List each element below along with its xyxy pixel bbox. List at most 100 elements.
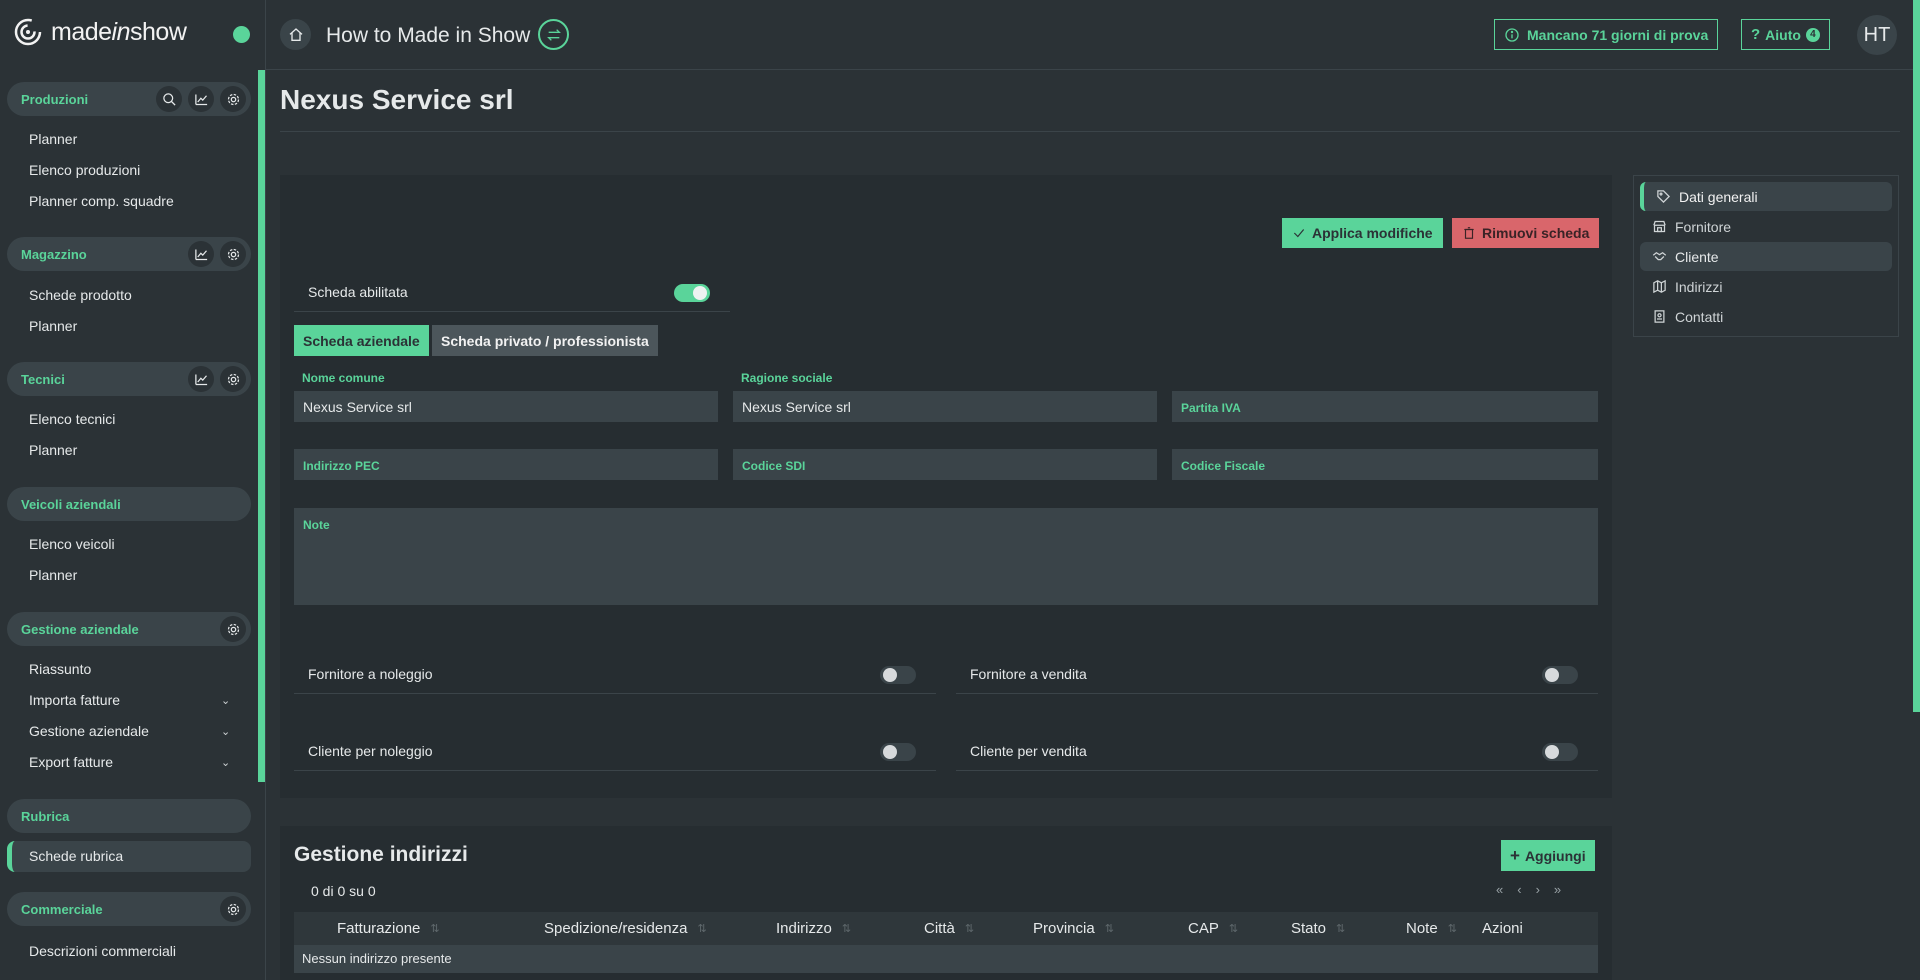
- section-nav-indirizzi[interactable]: Indirizzi: [1640, 272, 1892, 301]
- column-note[interactable]: Note ⇅: [1406, 920, 1457, 937]
- sidebar-item-importa-fatture[interactable]: Importa fatture ⌄: [29, 692, 230, 708]
- column-citta[interactable]: Città ⇅: [924, 920, 974, 937]
- gear-icon[interactable]: [220, 366, 246, 392]
- last-page-icon[interactable]: »: [1554, 882, 1561, 897]
- sidebar-item-schede-prodotto[interactable]: Schede prodotto: [29, 287, 132, 303]
- pec-field[interactable]: Indirizzo PEC: [294, 449, 718, 480]
- cliente-vendita-toggle[interactable]: [1542, 743, 1578, 761]
- group-label: Magazzino: [21, 246, 87, 262]
- sidebar-item-export-fatture[interactable]: Export fatture ⌄: [29, 754, 230, 770]
- chart-icon[interactable]: [188, 241, 214, 267]
- codice-fiscale-field[interactable]: Codice Fiscale: [1172, 449, 1598, 480]
- group-tecnici[interactable]: Tecnici: [7, 362, 251, 396]
- map-icon: [1653, 279, 1666, 294]
- group-rubrica[interactable]: Rubrica: [7, 799, 251, 833]
- partita-iva-field[interactable]: Partita IVA: [1172, 391, 1598, 422]
- first-page-icon[interactable]: «: [1496, 882, 1503, 897]
- sidebar-scrollbar[interactable]: [258, 70, 265, 782]
- remove-card-button[interactable]: Rimuovi scheda: [1452, 218, 1600, 248]
- sidebar-item-gestione-aziendale[interactable]: Gestione aziendale ⌄: [29, 723, 230, 739]
- column-cap[interactable]: CAP ⇅: [1188, 920, 1238, 937]
- swap-icon: [546, 28, 561, 41]
- help-button[interactable]: ? Aiuto 4: [1741, 19, 1830, 50]
- group-label: Produzioni: [21, 91, 89, 107]
- chart-icon[interactable]: [188, 366, 214, 392]
- section-nav-dati-generali[interactable]: Dati generali: [1640, 182, 1892, 211]
- sort-icon: ⇅: [1228, 923, 1239, 935]
- sidebar-item-riassunto[interactable]: Riassunto: [29, 661, 91, 677]
- gear-icon[interactable]: [220, 241, 246, 267]
- sort-icon: ⇅: [1336, 923, 1346, 935]
- sdi-field[interactable]: Codice SDI: [733, 449, 1157, 480]
- trash-icon: [1464, 227, 1474, 239]
- group-label: Commerciale: [21, 901, 103, 917]
- sidebar-item-schede-rubrica[interactable]: Schede rubrica: [29, 848, 123, 864]
- fornitore-noleggio-row: Fornitore a noleggio: [294, 654, 936, 694]
- cliente-vendita-label: Cliente per vendita: [970, 742, 1087, 759]
- logo-icon: [14, 18, 42, 46]
- apply-changes-button[interactable]: Applica modifiche: [1282, 218, 1443, 248]
- fornitore-vendita-toggle[interactable]: [1542, 666, 1578, 684]
- column-indirizzo[interactable]: Indirizzo ⇅: [776, 920, 851, 937]
- column-label: Provincia: [1033, 920, 1095, 937]
- addresses-title: Gestione indirizzi: [294, 843, 468, 866]
- sidebar-item-elenco-tecnici[interactable]: Elenco tecnici: [29, 411, 115, 427]
- help-label: Aiuto: [1765, 26, 1801, 43]
- sidebar-item-elenco-produzioni[interactable]: Elenco produzioni: [29, 162, 140, 178]
- column-provincia[interactable]: Provincia ⇅: [1033, 920, 1114, 937]
- sidebar-item-planner[interactable]: Planner: [29, 567, 77, 583]
- column-spedizione[interactable]: Spedizione/residenza ⇅: [544, 920, 707, 937]
- sort-icon: ⇅: [697, 923, 707, 935]
- section-nav-fornitore[interactable]: Fornitore: [1640, 212, 1892, 241]
- ragione-sociale-field[interactable]: Nexus Service srl: [733, 391, 1157, 422]
- column-stato[interactable]: Stato ⇅: [1291, 920, 1345, 937]
- fornitore-noleggio-toggle[interactable]: [880, 666, 916, 684]
- sidebar-item-descrizioni-commerciali[interactable]: Descrizioni commerciali: [29, 943, 176, 959]
- section-nav-label: Dati generali: [1679, 188, 1758, 205]
- tab-scheda-privato[interactable]: Scheda privato / professionista: [432, 325, 658, 356]
- fornitore-vendita-row: Fornitore a vendita: [956, 654, 1598, 694]
- column-label: CAP: [1188, 920, 1219, 937]
- search-icon[interactable]: [156, 86, 182, 112]
- group-produzioni[interactable]: Produzioni: [7, 82, 251, 116]
- chart-icon[interactable]: [188, 86, 214, 112]
- column-label: Indirizzo: [776, 920, 832, 937]
- contact-icon: [1654, 310, 1665, 323]
- divider: [280, 131, 1900, 132]
- note-field[interactable]: Note: [294, 508, 1598, 605]
- switch-project-button[interactable]: [538, 19, 569, 50]
- sidebar-item-elenco-veicoli[interactable]: Elenco veicoli: [29, 536, 115, 552]
- gear-icon[interactable]: [220, 616, 246, 642]
- group-veicoli[interactable]: Veicoli aziendali: [7, 487, 251, 521]
- group-magazzino[interactable]: Magazzino: [7, 237, 251, 271]
- cliente-noleggio-row: Cliente per noleggio: [294, 731, 936, 771]
- group-gestione-aziendale[interactable]: Gestione aziendale: [7, 612, 251, 646]
- column-fatturazione[interactable]: Fatturazione ⇅: [337, 920, 440, 937]
- add-label: Aggiungi: [1524, 847, 1586, 864]
- page-scrollbar[interactable]: [1913, 0, 1920, 712]
- nome-comune-field[interactable]: Nexus Service srl: [294, 391, 718, 422]
- handshake-icon: [1652, 251, 1667, 261]
- tab-scheda-aziendale[interactable]: Scheda aziendale: [294, 325, 429, 356]
- sidebar-item-planner[interactable]: Planner: [29, 442, 77, 458]
- addresses-table-header: Fatturazione ⇅ Spedizione/residenza ⇅ Indi…: [294, 912, 1598, 945]
- logo[interactable]: madeinshow: [13, 17, 187, 47]
- enabled-toggle[interactable]: [674, 284, 710, 302]
- section-nav-contatti[interactable]: Contatti: [1640, 302, 1892, 331]
- next-page-icon[interactable]: ›: [1536, 882, 1540, 897]
- add-address-button[interactable]: + Aggiungi: [1501, 840, 1595, 871]
- gear-icon[interactable]: [220, 86, 246, 112]
- sidebar-item-planner[interactable]: Planner: [29, 131, 77, 147]
- cliente-noleggio-toggle[interactable]: [880, 743, 916, 761]
- group-commerciale[interactable]: Commerciale: [7, 892, 251, 926]
- sidebar-item-planner-squadre[interactable]: Planner comp. squadre: [29, 193, 174, 209]
- cliente-noleggio-label: Cliente per noleggio: [308, 742, 433, 759]
- trial-badge[interactable]: Mancano 71 giorni di prova: [1494, 19, 1719, 50]
- home-button[interactable]: [280, 19, 311, 50]
- prev-page-icon[interactable]: ‹: [1517, 882, 1521, 897]
- section-nav-cliente[interactable]: Cliente: [1640, 242, 1892, 271]
- gear-icon[interactable]: [220, 896, 246, 922]
- sidebar-item-planner[interactable]: Planner: [29, 318, 77, 334]
- sidebar-item-label: Gestione aziendale: [29, 723, 149, 739]
- avatar[interactable]: HT: [1857, 15, 1897, 55]
